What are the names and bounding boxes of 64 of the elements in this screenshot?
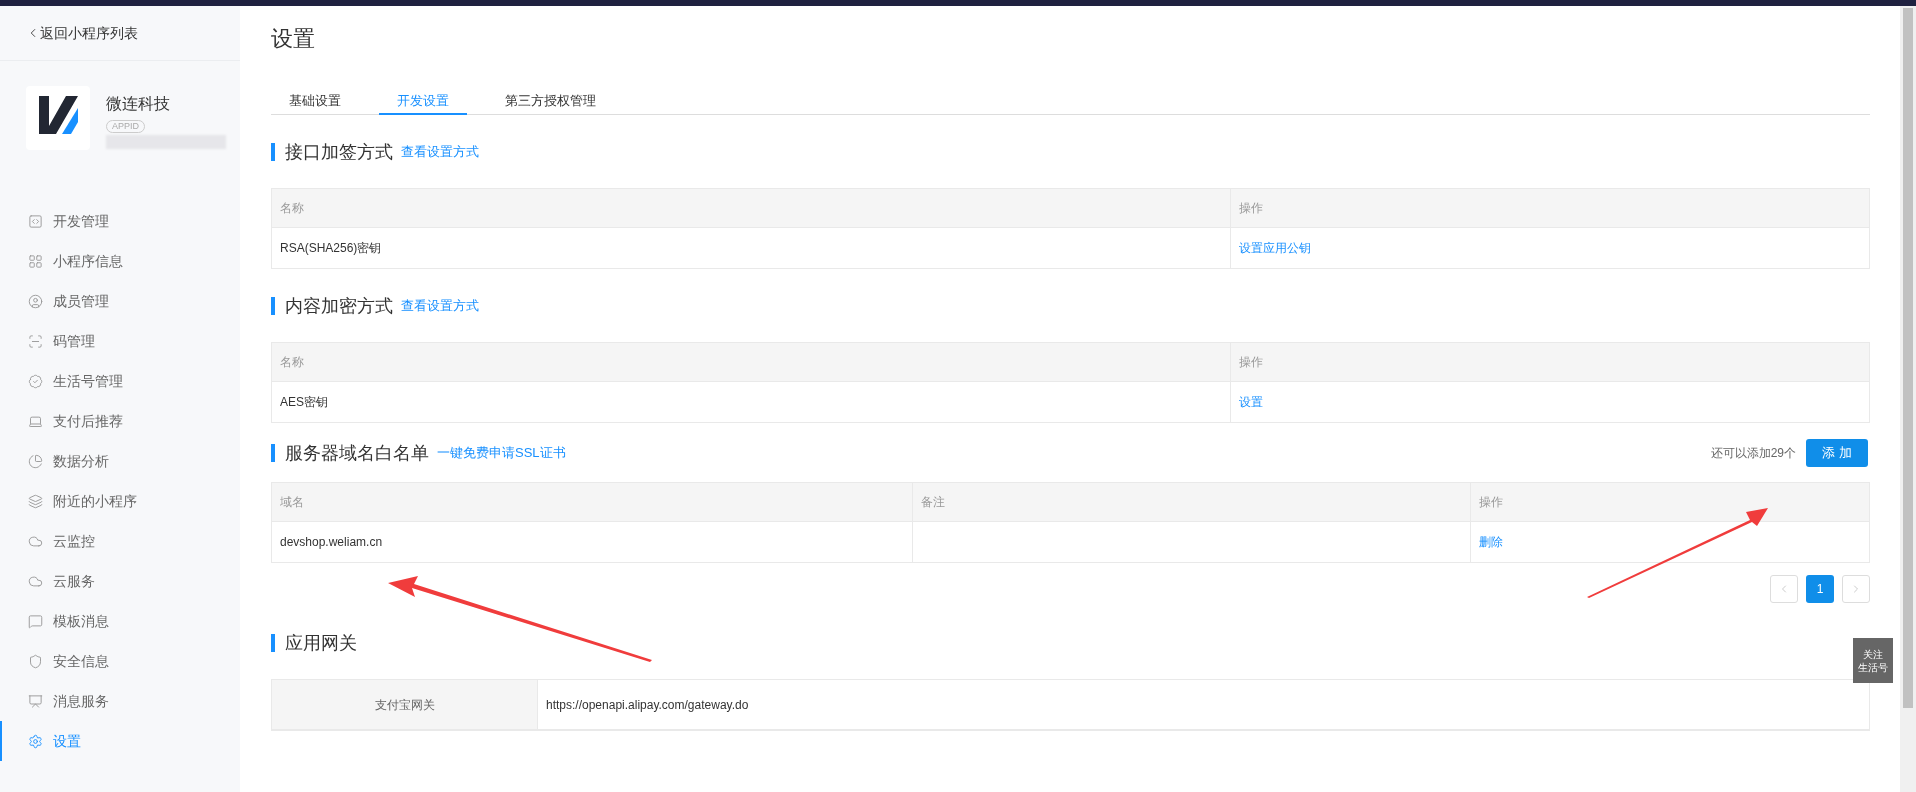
sidebar-item[interactable]: 小程序信息 [0,241,240,281]
remaining-count: 还可以添加29个 [1710,445,1796,462]
table-cell-text: devshop.weliam.cn [280,534,383,551]
sidebar-item[interactable]: 云服务 [0,561,240,601]
shield-icon [28,653,43,669]
section-title: 服务器域名白名单 [285,441,429,465]
column-header: 名称 [280,354,304,371]
section-link[interactable]: 一键免费申请SSL证书 [437,443,566,463]
action-link[interactable]: 设置 [1239,393,1264,411]
message-icon [28,613,43,629]
follow-button[interactable]: 关注 生活号 [1853,638,1893,683]
sidebar-item[interactable]: 模板消息 [0,601,240,641]
table-cell-text: AES密钥 [280,394,328,411]
app-logo [26,86,90,150]
sidebar-item[interactable]: 安全信息 [0,641,240,681]
add-button[interactable]: 添 加 [1806,439,1868,467]
section-title: 接口加签方式 [285,140,393,164]
sidebar-item[interactable]: 附近的小程序 [0,481,240,521]
action-link[interactable]: 设置应用公钥 [1239,239,1312,257]
scan-icon [28,333,43,349]
sidebar-item[interactable]: 生活号管理 [0,361,240,401]
sidebar-item[interactable]: 数据分析 [0,441,240,481]
table-cell-text: RSA(SHA256)密钥 [280,240,382,257]
section-link[interactable]: 查看设置方式 [401,142,479,162]
next-page-button[interactable] [1842,575,1870,603]
badge-icon [28,373,43,389]
page-title: 设置 [271,25,316,53]
sidebar-item[interactable]: 设置 [0,721,240,761]
user-circle-icon [28,293,43,309]
action-link[interactable]: 删除 [1478,533,1503,551]
column-header: 操作 [1239,354,1264,371]
tab[interactable]: 开发设置 [379,88,467,115]
pie-chart-icon [28,453,43,469]
back-link[interactable]: 返回小程序列表 [26,22,138,44]
cloud-icon [28,573,43,589]
laptop-icon [28,413,43,429]
grid-icon [28,253,43,269]
settings-icon [28,733,43,749]
scrollbar[interactable] [1900,6,1916,792]
presentation-icon [28,693,43,709]
page-button[interactable]: 1 [1806,575,1834,603]
section-title: 内容加密方式 [285,294,393,318]
column-header: 备注 [921,494,946,511]
sidebar-item[interactable]: 成员管理 [0,281,240,321]
tab[interactable]: 第三方授权管理 [487,88,614,115]
sidebar-item[interactable]: 消息服务 [0,681,240,721]
column-header: 名称 [280,200,304,217]
column-header: 操作 [1478,494,1503,511]
prev-page-button[interactable] [1770,575,1798,603]
column-header: 域名 [280,494,304,511]
sidebar-item[interactable]: 支付后推荐 [0,401,240,441]
tab[interactable]: 基础设置 [271,88,359,115]
cloud-icon [28,533,43,549]
sidebar-item[interactable]: 云监控 [0,521,240,561]
column-header: 操作 [1239,200,1264,217]
sidebar-item[interactable]: 码管理 [0,321,240,361]
section-link[interactable]: 查看设置方式 [401,296,479,316]
field-label: 支付宝网关 [374,696,435,714]
code-icon [28,213,43,229]
layers-icon [28,493,43,509]
sidebar-item[interactable]: 开发管理 [0,201,240,241]
app-name: 微连科技 [106,94,171,114]
field-value: https://openapi.alipay.com/gateway.do [546,696,749,714]
section-title: 应用网关 [285,631,357,655]
